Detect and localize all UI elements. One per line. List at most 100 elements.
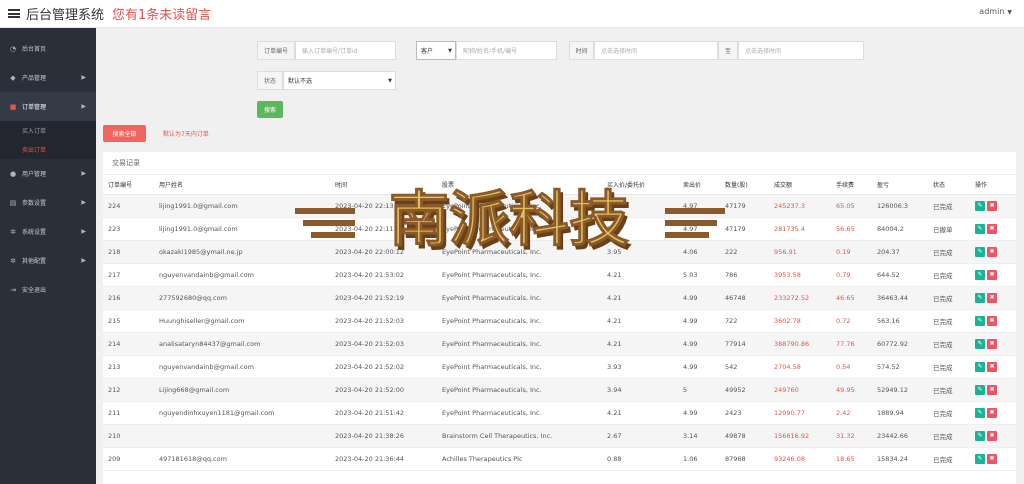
edit-icon[interactable]: ✎ <box>975 223 985 234</box>
table-cell: EyePoint Pharmaceuticals, Inc. <box>437 194 602 218</box>
table-row: 223 lijing1991.0@gmail.com 2023-04-20 22:1… <box>103 217 1016 241</box>
user-menu[interactable]: admin ▼ <box>979 7 1012 16</box>
edit-icon[interactable]: ✎ <box>975 361 985 372</box>
edit-icon[interactable]: ✎ <box>975 246 985 257</box>
table-cell: 49.95 <box>831 378 872 402</box>
sidebar: ◔ 后台首页 ◆ 产品管理 ▶ ■ 订单管理 ▶ 买入订单 卖出订单 ● 用户管理 ▶ ▤ 参数… <box>0 28 96 484</box>
time-end-input[interactable]: 点击选择时间 <box>738 41 864 60</box>
table-cell: 已完成 <box>928 194 970 218</box>
chevron-right-icon: ▶ <box>81 74 86 81</box>
time-start-input[interactable]: 点击选择时间 <box>594 41 718 60</box>
unread-message-link[interactable]: 您有1条未读留言 <box>112 4 211 23</box>
chevron-down-icon: ▼ <box>448 47 452 54</box>
table-row: 215 Huunghiseller@gmail.com 2023-04-20 21:… <box>103 309 1016 333</box>
actions-cell: ✎ ✖ <box>970 401 1016 425</box>
sidebar-item-orders[interactable]: ■ 订单管理 ▶ <box>0 92 96 121</box>
chevron-right-icon: ▶ <box>81 199 86 206</box>
table-cell: 281735.4 <box>769 217 831 241</box>
edit-icon[interactable]: ✎ <box>975 384 985 395</box>
table-cell: 4.21 <box>602 309 678 333</box>
book-icon: ■ <box>9 102 17 111</box>
table-cell: 644.52 <box>872 263 928 287</box>
sidebar-subitem-buy-orders[interactable]: 买入订单 <box>0 121 96 140</box>
chevron-right-icon: ▶ <box>81 170 86 177</box>
table-cell: Brainstorm Cell Therapeutics, Inc. <box>437 424 602 448</box>
table-cell: 233272.52 <box>769 286 831 310</box>
table-row: 211 nguyendinhxuyen1181@gmail.com 2023-04-… <box>103 401 1016 425</box>
delete-icon[interactable]: ✖ <box>987 269 997 280</box>
main-content: 订单编号 输入订单编号/订单id 客户 ▼ 昵称/姓名/手机/编号 时间 点击选择… <box>96 28 1024 484</box>
sidebar-item-system[interactable]: ✲ 系统设置 ▶ <box>0 217 96 246</box>
column-header: 股票 <box>437 175 602 195</box>
table-cell: 2023-04-20 21:36:44 <box>330 447 437 471</box>
actions-cell: ✎ ✖ <box>970 263 1016 287</box>
table-cell: EyePoint Pharmaceuticals, Inc. <box>437 309 602 333</box>
table-cell: 5.3 <box>602 217 678 241</box>
table-cell: 722 <box>720 309 769 333</box>
delete-icon[interactable]: ✖ <box>987 407 997 418</box>
table-cell: 46.65 <box>831 286 872 310</box>
search-all-button[interactable]: 搜索全部 <box>103 125 146 142</box>
edit-icon[interactable]: ✎ <box>975 453 985 464</box>
table-cell: 209 <box>103 447 154 471</box>
table-row: 210 2023-04-20 21:38:26 Brainstorm Cell Th… <box>103 424 1016 448</box>
table-cell: 49952 <box>720 378 769 402</box>
edit-icon[interactable]: ✎ <box>975 430 985 441</box>
sidebar-item-products[interactable]: ◆ 产品管理 ▶ <box>0 63 96 92</box>
column-header: 盈亏 <box>872 175 928 195</box>
table-cell: 3953.58 <box>769 263 831 287</box>
delete-icon[interactable]: ✖ <box>987 292 997 303</box>
table-cell: 1889.94 <box>872 401 928 425</box>
menu-toggle-icon[interactable] <box>8 9 20 18</box>
delete-icon[interactable]: ✖ <box>987 200 997 211</box>
delete-icon[interactable]: ✖ <box>987 315 997 326</box>
edit-icon[interactable]: ✎ <box>975 407 985 418</box>
table-cell: 211 <box>103 401 154 425</box>
status-select[interactable]: 默认不选 ▼ <box>283 71 396 90</box>
sidebar-item-users[interactable]: ● 用户管理 ▶ <box>0 159 96 188</box>
edit-icon[interactable]: ✎ <box>975 292 985 303</box>
delete-icon[interactable]: ✖ <box>987 430 997 441</box>
actions-cell: ✎ ✖ <box>970 424 1016 448</box>
delete-icon[interactable]: ✖ <box>987 453 997 464</box>
table-cell: 388790.86 <box>769 332 831 356</box>
user-search-input[interactable]: 昵称/姓名/手机/编号 <box>456 41 557 60</box>
sidebar-item-other[interactable]: ✲ 其他配置 ▶ <box>0 246 96 275</box>
table-row: 216 277592680@qq.com 2023-04-20 21:52:19 Ey… <box>103 286 1016 310</box>
sidebar-item-logout[interactable]: ⇥ 安全退出 <box>0 275 96 304</box>
sidebar-subitem-sell-orders[interactable]: 卖出订单 <box>0 140 96 159</box>
delete-icon[interactable]: ✖ <box>987 223 997 234</box>
actions-cell: ✎ ✖ <box>970 217 1016 241</box>
delete-icon[interactable]: ✖ <box>987 338 997 349</box>
delete-icon[interactable]: ✖ <box>987 246 997 257</box>
table-cell: 2023-04-20 22:13:22 <box>330 194 437 218</box>
table-cell: 已完成 <box>928 263 970 287</box>
column-header: 用户姓名 <box>154 175 330 195</box>
table-cell: 4.97 <box>678 217 720 241</box>
table-row: 214 analisataryn84437@gmail.com 2023-04-20… <box>103 332 1016 356</box>
edit-icon[interactable]: ✎ <box>975 315 985 326</box>
edit-icon[interactable]: ✎ <box>975 269 985 280</box>
actions-cell: ✎ ✖ <box>970 309 1016 333</box>
table-cell: 212 <box>103 378 154 402</box>
order-no-input[interactable]: 输入订单编号/订单id <box>295 41 396 60</box>
table-cell: 已完成 <box>928 355 970 379</box>
user-type-select[interactable]: 客户 ▼ <box>416 41 456 60</box>
table-cell: 2023-04-20 22:00:12 <box>330 240 437 264</box>
table-cell: 已完成 <box>928 401 970 425</box>
table-cell: 4.99 <box>678 286 720 310</box>
sidebar-item-params[interactable]: ▤ 参数设置 ▶ <box>0 188 96 217</box>
edit-icon[interactable]: ✎ <box>975 338 985 349</box>
gear-icon: ✲ <box>10 227 16 236</box>
chevron-down-icon: ▼ <box>1007 9 1012 16</box>
edit-icon[interactable]: ✎ <box>975 200 985 211</box>
table-cell: 2.67 <box>602 424 678 448</box>
table-cell: 3.94 <box>602 378 678 402</box>
actions-cell: ✎ ✖ <box>970 194 1016 218</box>
table-cell: 已完成 <box>928 309 970 333</box>
sidebar-item-home[interactable]: ◔ 后台首页 <box>0 34 96 63</box>
search-button[interactable]: 搜索 <box>257 101 283 118</box>
delete-icon[interactable]: ✖ <box>987 361 997 372</box>
delete-icon[interactable]: ✖ <box>987 384 997 395</box>
table-row: 217 nguyenvandainb@gmail.com 2023-04-20 21… <box>103 263 1016 287</box>
